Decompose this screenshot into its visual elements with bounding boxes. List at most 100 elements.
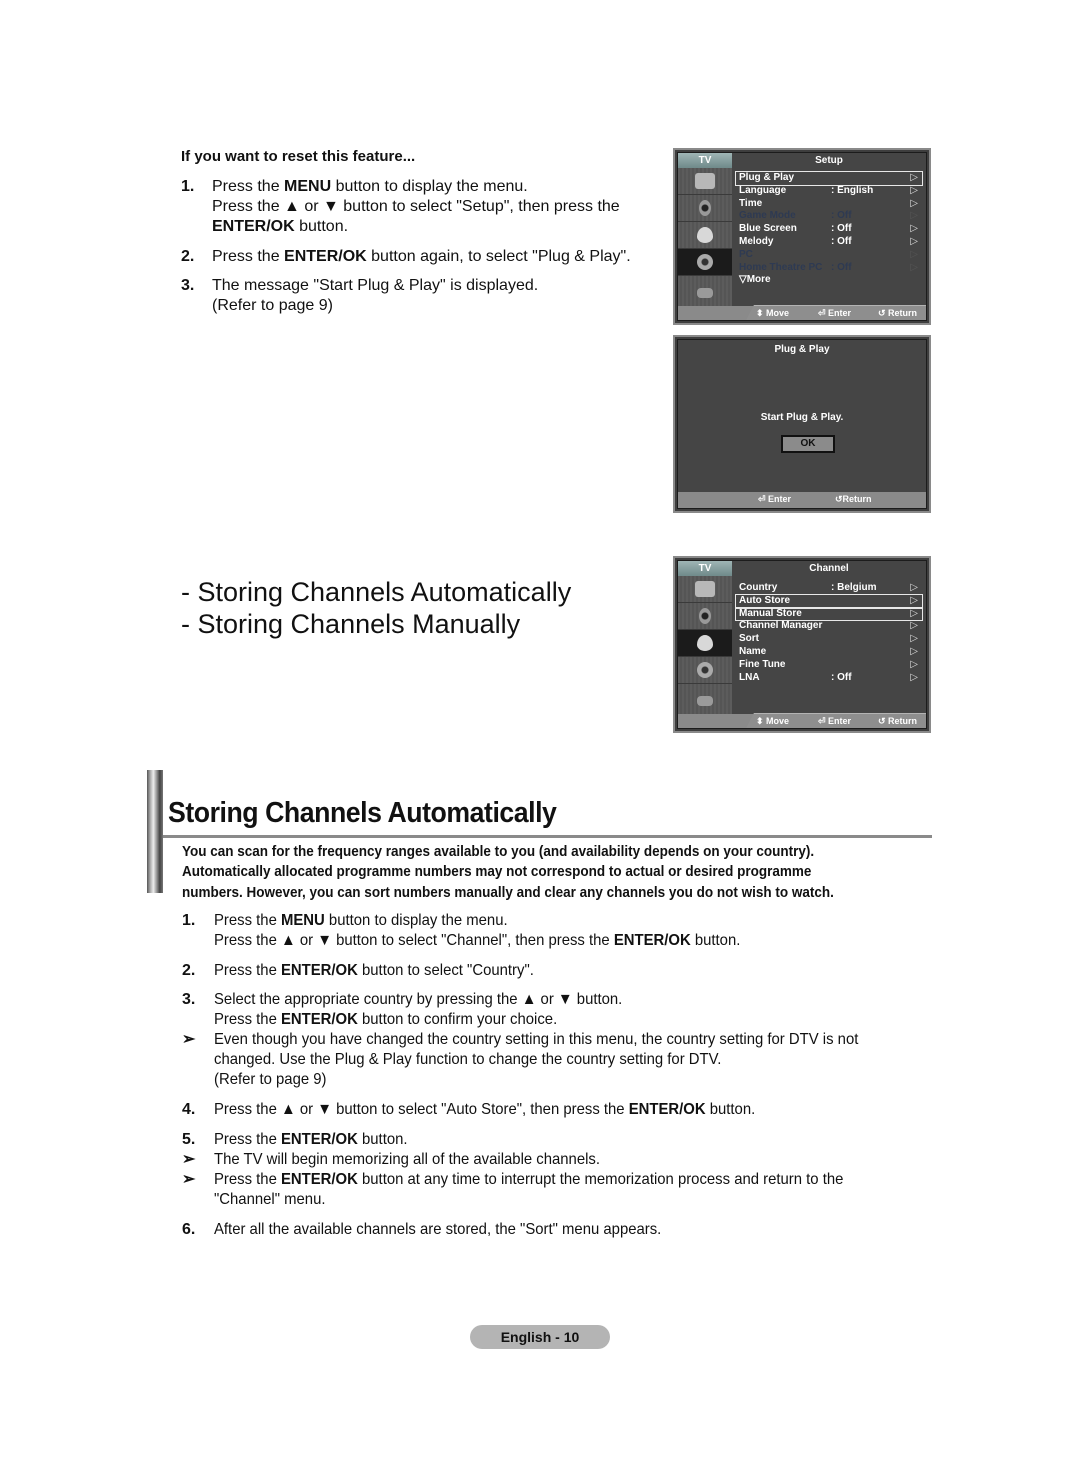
submenu-arrow-icon: ▷ [910, 620, 918, 632]
bold-keyword: ENTER/OK [628, 1101, 706, 1118]
reset-section-title: If you want to reset this feature... [181, 148, 416, 165]
menu-item[interactable]: Auto Store ▷ [735, 593, 923, 609]
menu-item[interactable]: Country: Belgium ▷ [736, 582, 922, 595]
tv-tab: TV [678, 561, 732, 576]
menu-item-label: Game Mode [739, 210, 796, 222]
bold-keyword: ENTER/OK [280, 1011, 358, 1028]
setup-menu-rows: Plug & Play ▷ Language: English ▷ Time ▷ Game … [735, 171, 923, 287]
step-text: Press the ▲ or ▼ button to select "Setup… [212, 197, 620, 217]
step-number: 3. [182, 991, 196, 1008]
text-run: After all the available channels are sto… [214, 1221, 662, 1238]
text-run: button. [294, 218, 349, 235]
bold-keyword: MENU [284, 178, 332, 195]
step-text: Press the ENTER/OK button at any time to… [214, 1170, 843, 1190]
step-text: Press the ENTER/OK button again, to sele… [212, 247, 631, 267]
menu-item[interactable]: Manual Store ▷ [735, 606, 923, 622]
submenu-arrow-icon: ▷ [910, 671, 918, 683]
menu-item-label: Name [739, 645, 767, 657]
dialog-message: Start Plug & Play. [760, 412, 844, 423]
menu-item[interactable]: Name ▷ [736, 646, 922, 659]
submenu-arrow-icon: ▷ [910, 582, 918, 593]
menu-item[interactable]: Channel Manager ▷ [736, 620, 922, 633]
page-number-badge: English - 10 [470, 1325, 610, 1349]
sound-icon[interactable] [678, 603, 732, 630]
menu-item[interactable]: ▽More [736, 274, 922, 287]
step-text: (Refer to page 9) [214, 1070, 326, 1090]
intro-line: Automatically allocated programme number… [182, 863, 812, 881]
intro-line: numbers. However, you can sort numbers m… [182, 883, 834, 901]
step-number: 1. [181, 178, 195, 195]
menu-item-label: LNA [739, 671, 760, 683]
menu-item-value: : English [831, 184, 874, 196]
setup-menu-screen: TV Setup Plug & Play ▷ Language: English ▷ T… [673, 148, 931, 325]
setup-icon[interactable] [678, 249, 732, 276]
note-arrow-icon: ➢ [182, 1031, 196, 1048]
menu-item-value: : Off [831, 671, 852, 683]
menu-title: Channel [809, 563, 849, 574]
input-icon[interactable] [678, 684, 732, 718]
note-arrow-icon: ➢ [182, 1151, 196, 1168]
enter-hint: ⏎ Enter [818, 308, 852, 318]
step-text: Press the ENTER/OK button. [214, 1130, 408, 1150]
ok-button[interactable]: OK [781, 435, 835, 453]
channel-icon[interactable] [678, 222, 732, 249]
submenu-arrow-icon: ▷ [910, 658, 918, 670]
picture-icon[interactable] [678, 576, 732, 603]
step-text: Press the ENTER/OK button to select "Cou… [214, 961, 534, 981]
menu-item-label: Channel Manager [739, 620, 823, 632]
dialog-title: Plug & Play [774, 344, 830, 355]
menu-item-label: ▽More [739, 274, 771, 286]
related-link-manual[interactable]: - Storing Channels Manually [181, 608, 520, 640]
text-run: button again, to select "Plug & Play". [366, 248, 631, 265]
intro-line: You can scan for the frequency ranges av… [182, 843, 815, 860]
text-run: Press the ▲ or ▼ button to select "Chann… [214, 932, 614, 949]
menu-item-label: Manual Store [739, 607, 802, 619]
text-run: button at any time to interrupt the memo… [357, 1171, 844, 1188]
text-run: button to confirm your choice. [357, 1011, 558, 1028]
bold-keyword: ENTER/OK [280, 1171, 358, 1188]
bold-keyword: MENU [280, 912, 325, 929]
enter-hint: ⏎ Enter [758, 494, 792, 504]
step-text: Press the ▲ or ▼ button to select "Auto … [214, 1100, 755, 1120]
setup-icon[interactable] [678, 657, 732, 684]
step-text: Press the ENTER/OK button to confirm you… [214, 1010, 557, 1030]
submenu-arrow-icon: ▷ [910, 248, 918, 260]
text-run: button to select "Country". [357, 962, 534, 979]
text-run: The message "Start Plug & Play" is displ… [212, 277, 539, 294]
menu-footer: ⬍ Move ⏎ Enter ↺ Return [678, 305, 926, 320]
submenu-arrow-icon: ▷ [910, 261, 918, 273]
step-number: 2. [182, 962, 196, 979]
menu-item[interactable]: Sort ▷ [736, 633, 922, 646]
tv-tab: TV [678, 153, 732, 168]
menu-item[interactable]: Language: English ▷ [736, 185, 922, 198]
section-bar-decoration [147, 770, 163, 893]
menu-item[interactable]: Blue Screen: Off ▷ [736, 223, 922, 236]
input-icon[interactable] [678, 276, 732, 310]
text-run: Press the ▲ or ▼ button to select "Auto … [214, 1101, 629, 1118]
step-text: Even though you have changed the country… [214, 1030, 858, 1050]
text-run: button. [705, 1101, 756, 1118]
menu-item[interactable]: LNA : Off ▷ [736, 672, 922, 685]
return-hint: ↺Return [835, 494, 872, 504]
submenu-arrow-icon: ▷ [910, 223, 918, 235]
step-number: 4. [182, 1101, 196, 1118]
menu-item-value: : Off [831, 223, 852, 235]
text-run: button to display the menu. [324, 912, 508, 929]
channel-icon[interactable] [678, 630, 732, 657]
picture-icon[interactable] [678, 168, 732, 195]
text-run: button. [690, 932, 741, 949]
menu-item[interactable]: Plug & Play ▷ [735, 171, 923, 186]
menu-item[interactable]: Melody: Off ▷ [736, 236, 922, 249]
text-run: (Refer to page 9) [214, 1071, 327, 1088]
heading-rule [163, 835, 932, 838]
step-text: After all the available channels are sto… [214, 1220, 661, 1240]
menu-item[interactable]: Time ▷ [736, 198, 922, 211]
step-text: Press the MENU button to display the men… [212, 177, 528, 197]
section-intro: You can scan for the frequency ranges av… [182, 842, 929, 903]
move-hint: ⬍ Move [756, 716, 790, 726]
menu-item[interactable]: Fine Tune ▷ [736, 659, 922, 672]
sound-icon[interactable] [678, 195, 732, 222]
related-link-auto[interactable]: - Storing Channels Automatically [181, 576, 571, 608]
text-run: Press the ▲ or ▼ button to select "Setup… [212, 198, 620, 215]
menu-item-value: : Off [831, 210, 852, 222]
